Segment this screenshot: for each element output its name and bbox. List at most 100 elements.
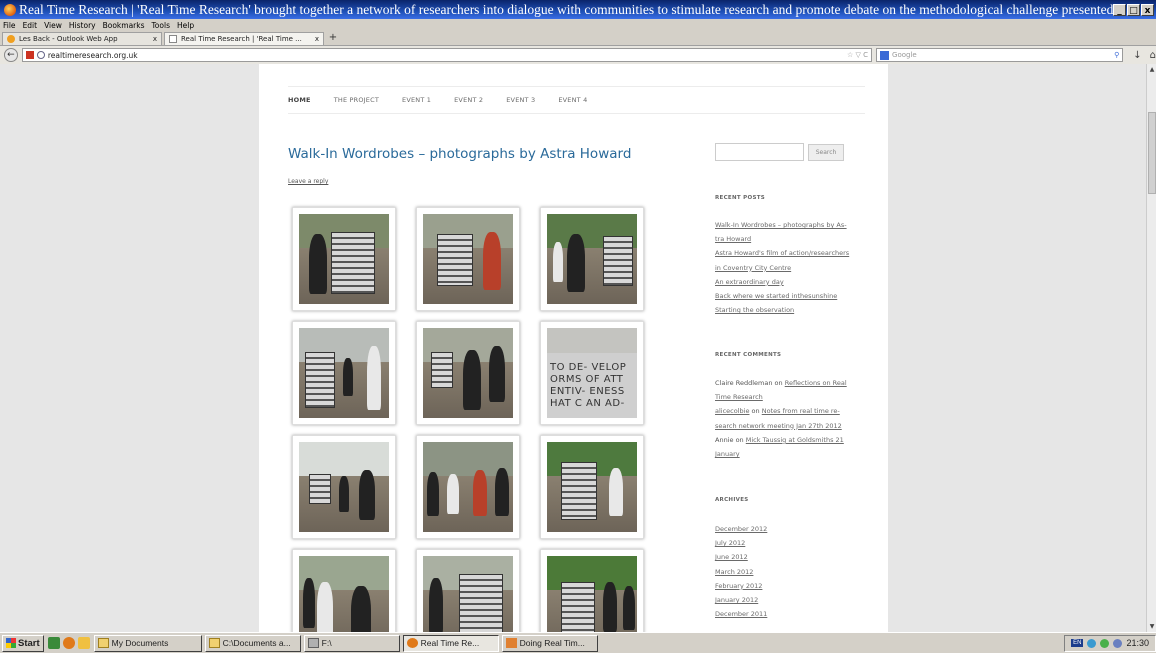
gallery-photo[interactable] [292,321,396,425]
menu-help[interactable]: Help [177,21,194,30]
sidebar-search-button[interactable]: Search [808,144,844,161]
volume-icon[interactable] [1113,638,1123,648]
gallery-photo[interactable] [416,207,520,311]
tab-outlook[interactable]: Les Back - Outlook Web App x [2,32,162,45]
archive-link[interactable]: January 2012 [715,596,758,604]
folder-icon[interactable] [77,637,90,649]
gallery-photo[interactable] [540,549,644,632]
taskbar-item-real-time-research[interactable]: Real Time Re... [402,634,499,652]
comment-post-link[interactable]: search network meeting Jan 27th 2012 [715,422,842,430]
recent-post-link[interactable]: Back where we started inthesunshine [715,292,837,300]
security-icon[interactable] [1100,638,1110,648]
recent-post-link[interactable]: Walk-In Wordrobes – photographs by As- [715,221,847,229]
gallery-photo[interactable] [292,435,396,539]
tab-close-icon[interactable]: x [315,35,319,43]
menu-history[interactable]: History [69,21,96,30]
tab-real-time-research[interactable]: Real Time Research | 'Real Time ... x [164,32,324,45]
comment-post-link[interactable]: Time Research [715,393,763,401]
start-button[interactable]: Start [2,634,44,652]
maximize-button[interactable]: □ [1127,3,1140,16]
nav-the-project[interactable]: THE PROJECT [334,96,379,104]
window-controls: _ □ x [1113,3,1154,16]
site-identity-icon[interactable] [25,51,34,59]
comment-post-link[interactable]: January [715,450,740,458]
menu-file[interactable]: File [3,21,16,30]
comment-post-link[interactable]: Reflections on Real [785,379,847,387]
page-icon [169,35,177,43]
taskbar-item-doing-real-time[interactable]: Doing Real Tim... [501,634,598,652]
recent-post-link[interactable]: Astra Howard's film of action/researcher… [715,249,849,257]
board-text: TO DE- VELOP ORMS OF ATT ENTIV- ENESS HA… [547,353,637,418]
taskbar-item-documents[interactable]: C:\Documents a... [204,634,301,652]
comment-post-link[interactable]: Notes from real time re- [762,407,840,415]
gallery-photo[interactable] [292,549,396,632]
back-button[interactable]: ← [4,48,18,62]
quick-launch-icon[interactable] [47,637,60,649]
recent-comments-list: Claire Reddleman on Reflections on Real … [715,376,865,461]
download-icon[interactable]: ↓ [1133,50,1141,61]
url-text: realtimeresearch.org.uk [47,50,138,60]
firefox-icon[interactable] [62,637,75,649]
search-placeholder: Google [892,51,917,59]
menu-bookmarks[interactable]: Bookmarks [103,21,145,30]
comment-author: Claire Reddleman [715,379,773,387]
sidebar-search-input[interactable] [715,143,804,161]
home-icon[interactable]: ⌂ [1150,50,1156,61]
tab-close-icon[interactable]: x [153,35,157,43]
language-indicator[interactable]: EN [1071,639,1084,647]
network-icon[interactable] [1087,638,1097,648]
minimize-button[interactable]: _ [1113,3,1126,16]
gallery-photo[interactable] [416,321,520,425]
recent-post-link[interactable]: in Coventry City Centre [715,264,791,272]
quick-launch [47,637,90,649]
comment-post-link[interactable]: Mick Taussig at Goldsmiths 21 [746,436,844,444]
menu-view[interactable]: View [44,21,62,30]
nav-event-2[interactable]: EVENT 2 [454,96,483,104]
archives-heading: ARCHIVES [715,497,749,503]
new-tab-button[interactable]: + [326,32,340,45]
menu-tools[interactable]: Tools [152,21,170,30]
scroll-up-arrow-icon[interactable]: ▲ [1147,66,1156,73]
gallery-photo[interactable] [540,435,644,539]
recent-post-link[interactable]: An extraordinary day [715,278,784,286]
comment-author: Annie [715,435,734,444]
gallery-photo[interactable]: TO DE- VELOP ORMS OF ATT ENTIV- ENESS HA… [540,321,644,425]
search-bar[interactable]: Google ⚲ [876,48,1124,62]
vertical-scrollbar[interactable]: ▲ ▼ [1146,64,1156,632]
scroll-down-arrow-icon[interactable]: ▼ [1147,623,1156,630]
nav-event-3[interactable]: EVENT 3 [506,96,535,104]
recent-post-link[interactable]: tra Howard [715,235,751,243]
bookmark-star-icon[interactable]: ☆ ▽ C [847,51,868,59]
nav-home[interactable]: HOME [288,96,311,104]
nav-event-4[interactable]: EVENT 4 [558,96,587,104]
gallery-photo[interactable] [416,435,520,539]
navigation-bar: ← realtimeresearch.org.uk ☆ ▽ C Google ⚲… [0,46,1156,64]
menu-edit[interactable]: Edit [23,21,38,30]
tab-label: Les Back - Outlook Web App [19,35,118,43]
recent-post-link[interactable]: Starting the observation [715,306,794,314]
archive-link[interactable]: June 2012 [715,553,748,561]
archive-link[interactable]: February 2012 [715,582,762,590]
gallery-photo[interactable] [292,207,396,311]
comment-author-link[interactable]: alicecolbie [715,407,749,415]
url-bar[interactable]: realtimeresearch.org.uk ☆ ▽ C [21,48,873,62]
comment-on: on [735,435,744,444]
scrollbar-thumb[interactable] [1148,112,1156,194]
outlook-icon [7,35,15,43]
archive-link[interactable]: December 2012 [715,525,767,533]
search-icon[interactable]: ⚲ [1114,51,1119,59]
nav-event-1[interactable]: EVENT 1 [402,96,431,104]
gallery-photo[interactable] [540,207,644,311]
leave-reply-link[interactable]: Leave a reply [288,178,328,185]
system-tray: EN 21:30 [1064,634,1156,652]
drive-icon [307,638,319,648]
taskbar-item-drive-f[interactable]: F:\ [303,634,400,652]
archive-link[interactable]: March 2012 [715,568,753,576]
google-icon [880,50,890,60]
close-button[interactable]: x [1141,3,1154,16]
archive-link[interactable]: December 2011 [715,610,767,618]
taskbar-item-my-documents[interactable]: My Documents [93,634,202,652]
post-title[interactable]: Walk-In Wordrobes – photographs by Astra… [288,146,631,162]
gallery-photo[interactable] [416,549,520,632]
archive-link[interactable]: July 2012 [715,539,745,547]
